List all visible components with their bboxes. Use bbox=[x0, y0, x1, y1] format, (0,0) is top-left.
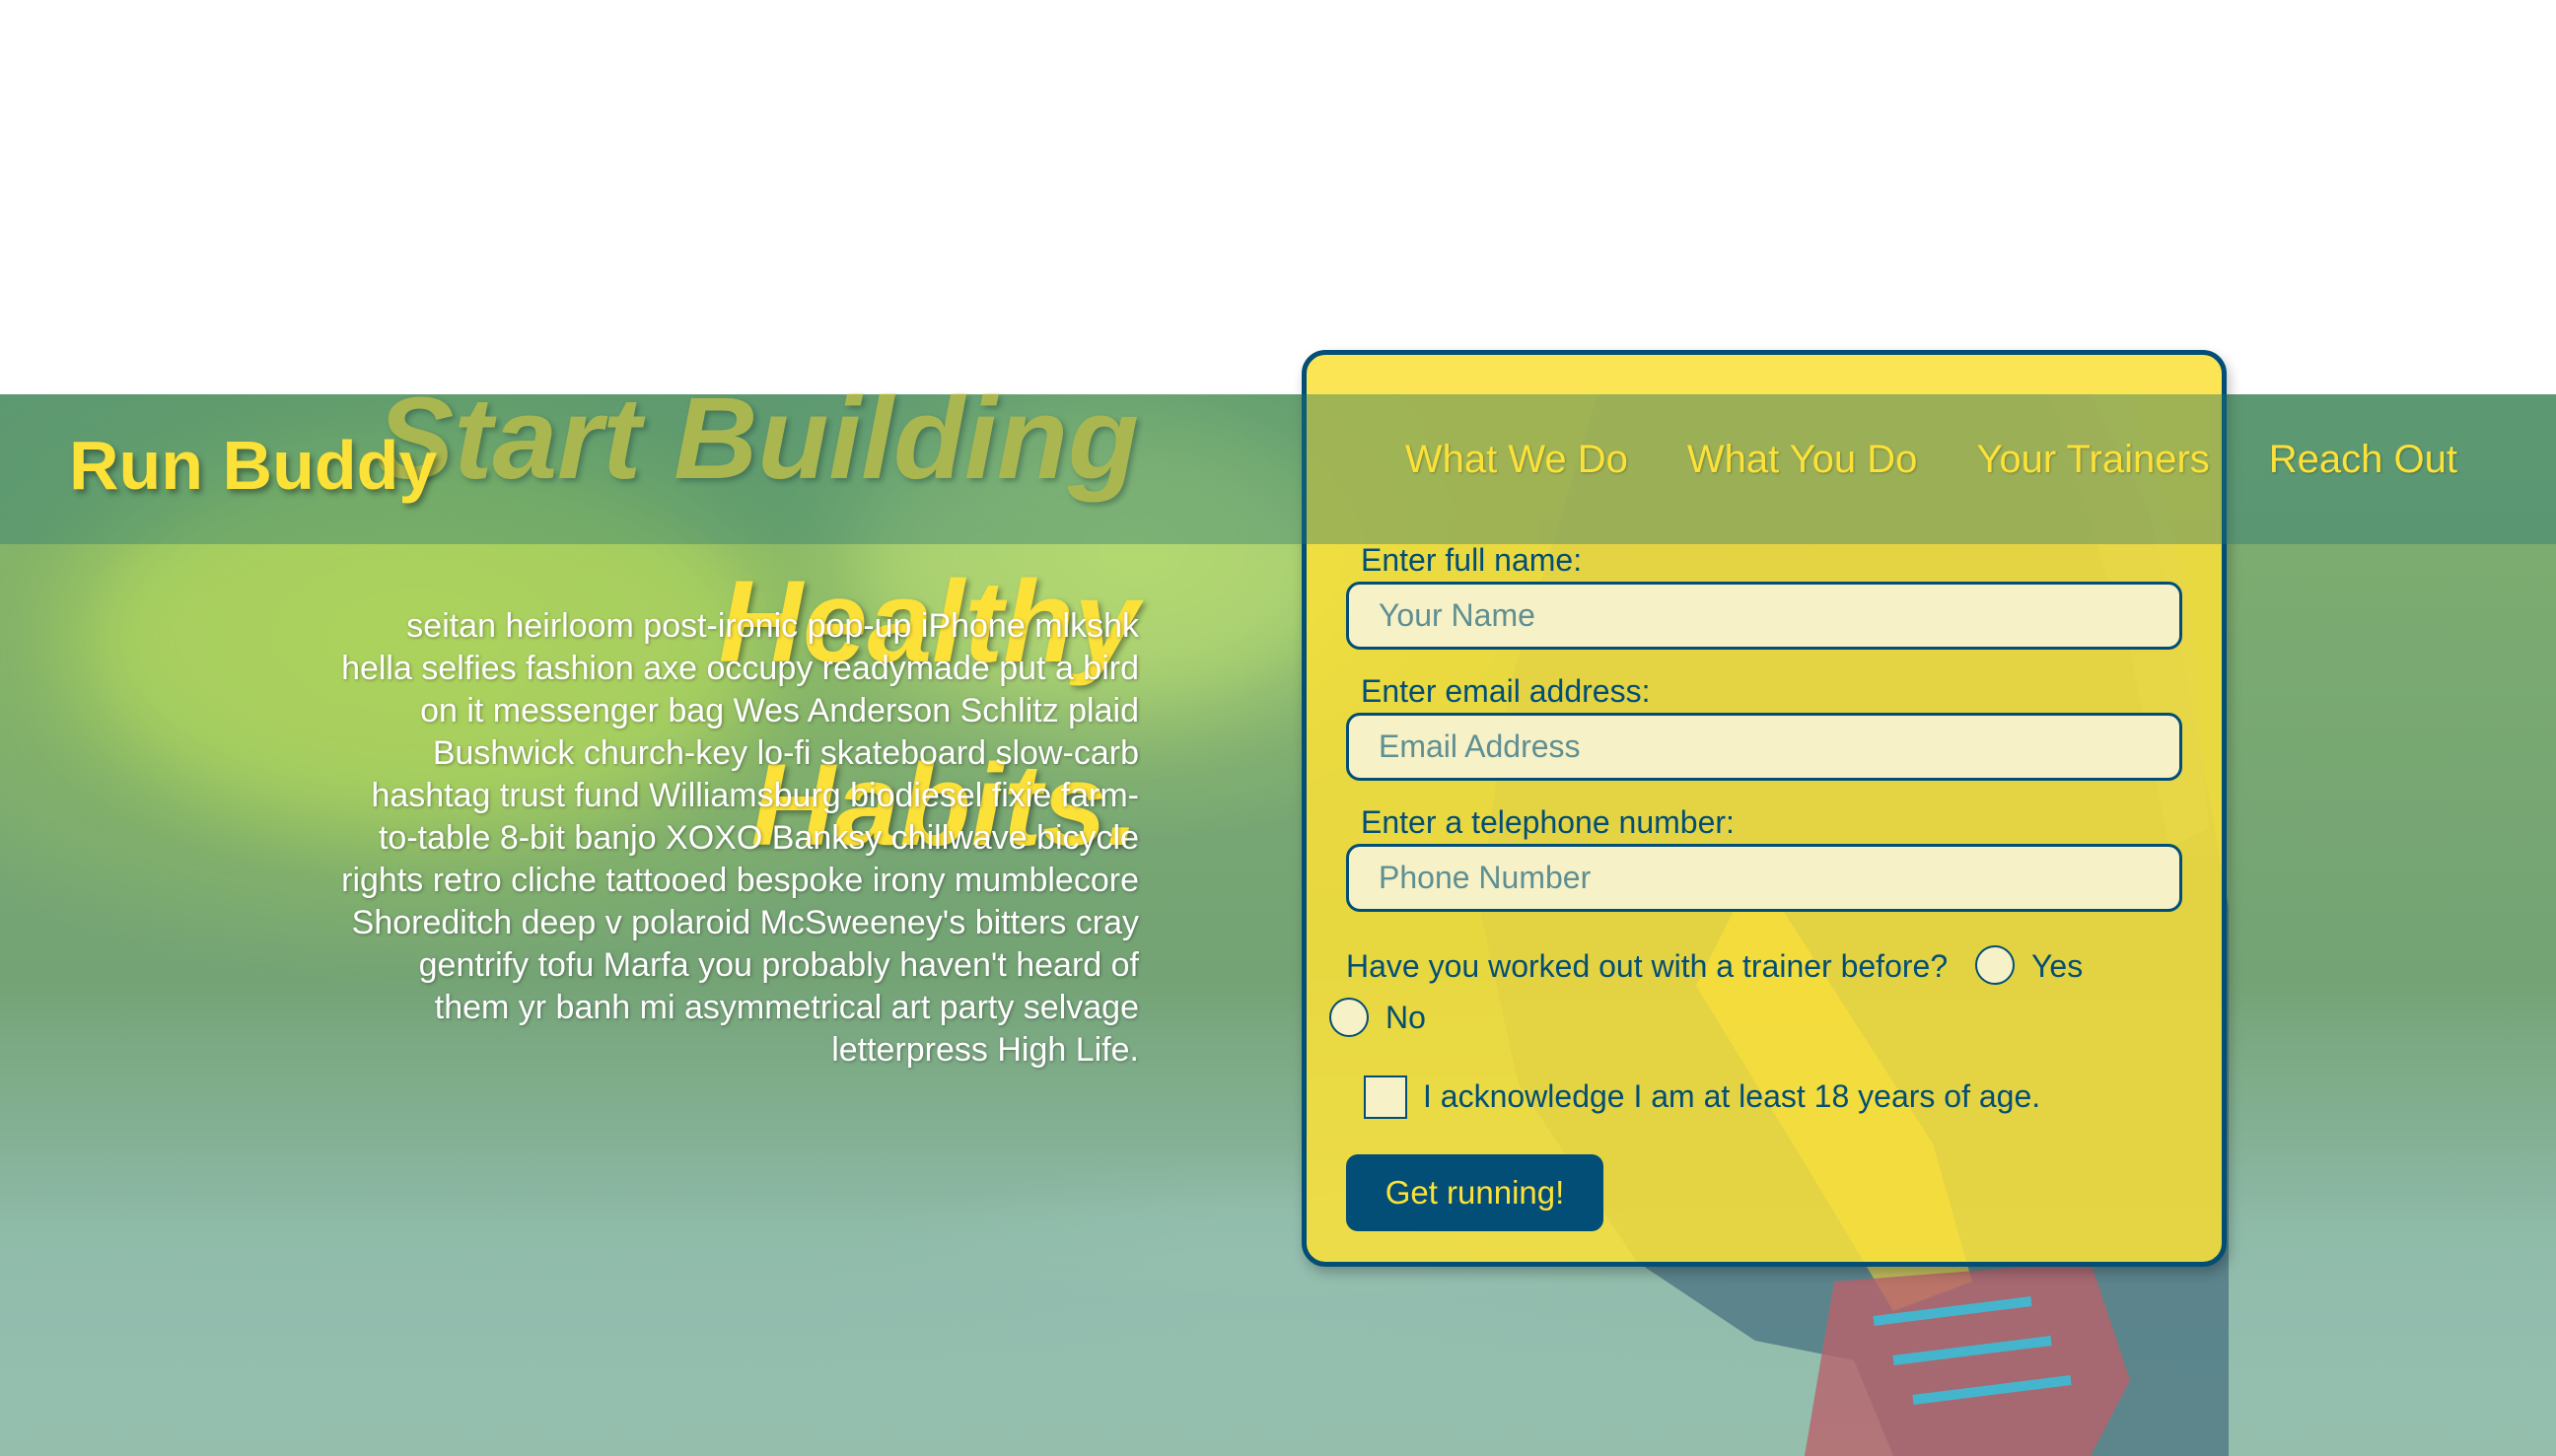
submit-button[interactable]: Get running! bbox=[1346, 1154, 1603, 1231]
age-checkbox[interactable] bbox=[1364, 1075, 1407, 1119]
name-label: Enter full name: bbox=[1361, 542, 1583, 578]
site-header: Run Buddy What We Do What You Do Your Tr… bbox=[0, 394, 2556, 544]
trainer-yes-radio[interactable] bbox=[1975, 945, 2015, 985]
nav-link-what-you-do[interactable]: What You Do bbox=[1687, 438, 1918, 482]
phone-label: Enter a telephone number: bbox=[1361, 804, 1735, 840]
hero-copy: seitan heirloom post-ironic pop-up iPhon… bbox=[341, 607, 1139, 1069]
nav-link-reach-out[interactable]: Reach Out bbox=[2269, 438, 2457, 482]
age-checkbox-label: I acknowledge I am at least 18 years of … bbox=[1423, 1078, 2041, 1114]
trainer-no-label: No bbox=[1385, 1000, 1426, 1035]
email-label: Enter email address: bbox=[1361, 673, 1651, 709]
main-nav: What We Do What You Do Your Trainers Rea… bbox=[1405, 438, 2457, 482]
name-input[interactable] bbox=[1346, 582, 2182, 650]
trainer-question: Have you worked out with a trainer befor… bbox=[1346, 948, 1949, 984]
trainer-no-radio[interactable] bbox=[1329, 998, 1369, 1037]
email-input[interactable] bbox=[1346, 713, 2182, 781]
phone-input[interactable] bbox=[1346, 844, 2182, 912]
trainer-yes-label: Yes bbox=[2031, 948, 2084, 984]
nav-link-what-we-do[interactable]: What We Do bbox=[1405, 438, 1628, 482]
nav-link-your-trainers[interactable]: Your Trainers bbox=[1976, 438, 2209, 482]
site-logo[interactable]: Run Buddy bbox=[69, 426, 437, 505]
